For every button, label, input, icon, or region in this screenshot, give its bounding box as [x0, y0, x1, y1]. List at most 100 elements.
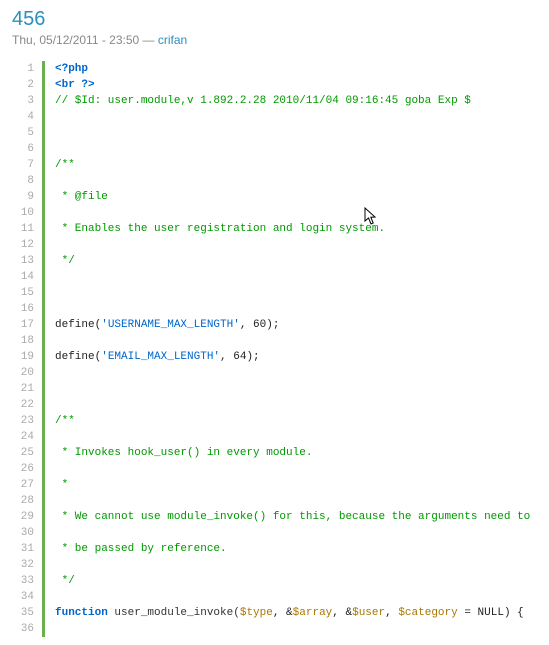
- line-number: 21: [12, 381, 34, 397]
- line-number: 23: [12, 413, 34, 429]
- code-token: 'EMAIL_MAX_LENGTH': [101, 351, 220, 363]
- code-token: 'USERNAME_MAX_LENGTH': [101, 319, 240, 331]
- line-number: 33: [12, 573, 34, 589]
- code-token: * Enables the user registration and logi…: [55, 223, 385, 235]
- code-line: // $Id: user.module,v 1.892.2.28 2010/11…: [55, 93, 537, 109]
- line-number: 24: [12, 429, 34, 445]
- code-line: <?php: [55, 61, 537, 77]
- page-title[interactable]: 456: [12, 8, 537, 31]
- code-token: function: [55, 607, 108, 619]
- line-number: 28: [12, 493, 34, 509]
- code-token: $type: [240, 607, 273, 619]
- code-line: [55, 621, 537, 637]
- line-number: 6: [12, 141, 34, 157]
- code-line: /**: [55, 413, 537, 429]
- code-token: define(: [55, 351, 101, 363]
- line-number-gutter: 1234567891011121314151617181920212223242…: [12, 61, 40, 637]
- code-block: <?php <br ?> // $Id: user.module,v 1.892.2…: [42, 61, 537, 637]
- code-token: <br ?>: [55, 79, 95, 91]
- code-line: [55, 205, 537, 221]
- code-container: 1234567891011121314151617181920212223242…: [12, 61, 537, 637]
- code-line: * We cannot use module_invoke() for this…: [55, 509, 537, 525]
- line-number: 8: [12, 173, 34, 189]
- line-number: 20: [12, 365, 34, 381]
- line-number: 12: [12, 237, 34, 253]
- code-line: [55, 333, 537, 349]
- line-number: 7: [12, 157, 34, 173]
- code-line: <br ?>: [55, 77, 537, 93]
- code-token: = NULL) {: [458, 607, 524, 619]
- code-token: , 64);: [220, 351, 260, 363]
- line-number: 22: [12, 397, 34, 413]
- code-token: /**: [55, 159, 75, 171]
- line-number: 34: [12, 589, 34, 605]
- code-line: *: [55, 477, 537, 493]
- line-number: 16: [12, 301, 34, 317]
- line-number: 9: [12, 189, 34, 205]
- code-line: [55, 525, 537, 541]
- code-token: * We cannot use module_invoke() for this…: [55, 511, 530, 523]
- line-number: 27: [12, 477, 34, 493]
- code-token: */: [55, 575, 75, 587]
- code-line: [55, 125, 537, 141]
- code-line: [55, 381, 537, 397]
- code-token: /**: [55, 415, 75, 427]
- code-line: * Enables the user registration and logi…: [55, 221, 537, 237]
- code-line: define('EMAIL_MAX_LENGTH', 64);: [55, 349, 537, 365]
- code-line: * Invokes hook_user() in every module.: [55, 445, 537, 461]
- code-line: [55, 365, 537, 381]
- code-token: <?php: [55, 63, 88, 75]
- line-number: 2: [12, 77, 34, 93]
- code-token: , 60);: [240, 319, 280, 331]
- code-line: /**: [55, 157, 537, 173]
- code-line: [55, 109, 537, 125]
- code-line: [55, 141, 537, 157]
- code-token: * @file: [55, 191, 108, 203]
- code-line: [55, 429, 537, 445]
- line-number: 1: [12, 61, 34, 77]
- code-token: user_module_invoke(: [108, 607, 240, 619]
- code-token: $category: [398, 607, 457, 619]
- code-line: function user_module_invoke($type, &$arr…: [55, 605, 537, 621]
- code-line: [55, 301, 537, 317]
- code-token: * be passed by reference.: [55, 543, 227, 555]
- code-line: define('USERNAME_MAX_LENGTH', 60);: [55, 317, 537, 333]
- code-line: [55, 589, 537, 605]
- post-meta: Thu, 05/12/2011 - 23:50 — crifan: [12, 33, 537, 47]
- line-number: 32: [12, 557, 34, 573]
- line-number: 5: [12, 125, 34, 141]
- line-number: 15: [12, 285, 34, 301]
- code-token: ,: [385, 607, 398, 619]
- line-number: 4: [12, 109, 34, 125]
- code-token: *: [55, 479, 68, 491]
- code-line: [55, 397, 537, 413]
- line-number: 10: [12, 205, 34, 221]
- code-line: * @file: [55, 189, 537, 205]
- code-line: [55, 269, 537, 285]
- post-author-link[interactable]: crifan: [158, 33, 187, 47]
- code-token: , &: [273, 607, 293, 619]
- code-line: */: [55, 573, 537, 589]
- code-line: [55, 493, 537, 509]
- code-line: [55, 173, 537, 189]
- code-line: [55, 237, 537, 253]
- line-number: 11: [12, 221, 34, 237]
- code-line: [55, 285, 537, 301]
- code-token: , &: [332, 607, 352, 619]
- line-number: 36: [12, 621, 34, 637]
- line-number: 14: [12, 269, 34, 285]
- meta-separator: —: [139, 33, 158, 47]
- code-line: [55, 557, 537, 573]
- line-number: 26: [12, 461, 34, 477]
- line-number: 13: [12, 253, 34, 269]
- code-token: // $Id: user.module,v 1.892.2.28 2010/11…: [55, 95, 471, 107]
- code-line: * be passed by reference.: [55, 541, 537, 557]
- line-number: 19: [12, 349, 34, 365]
- code-token: $user: [352, 607, 385, 619]
- line-number: 18: [12, 333, 34, 349]
- line-number: 31: [12, 541, 34, 557]
- line-number: 30: [12, 525, 34, 541]
- post-date: Thu, 05/12/2011 - 23:50: [12, 33, 139, 47]
- code-token: */: [55, 255, 75, 267]
- line-number: 29: [12, 509, 34, 525]
